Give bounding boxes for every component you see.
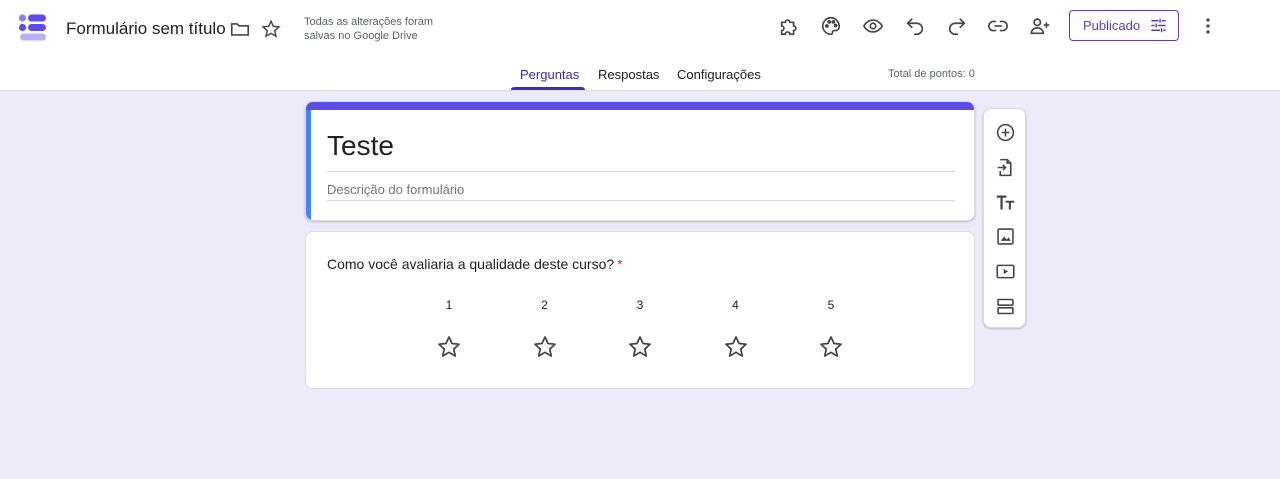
- rating-star-icon[interactable]: [723, 334, 749, 360]
- publish-button[interactable]: Publicado: [1069, 10, 1179, 41]
- form-description-input[interactable]: Descrição do formulário: [327, 182, 464, 197]
- rating-option[interactable]: 5: [811, 298, 851, 360]
- rating-number: 4: [732, 298, 739, 312]
- addons-icon[interactable]: [777, 14, 801, 38]
- app-header: Formulário sem título Todas as alteraçõe…: [0, 0, 1280, 91]
- import-questions-icon[interactable]: [993, 155, 1017, 179]
- add-image-icon[interactable]: [993, 224, 1017, 248]
- save-status-text: Todas as alterações foram salvas no Goog…: [304, 16, 434, 42]
- selected-indicator: [306, 110, 311, 220]
- rating-number: 3: [636, 298, 644, 312]
- rating-star-icon[interactable]: [818, 334, 844, 360]
- rating-star-icon[interactable]: [532, 334, 558, 360]
- more-icon[interactable]: [1196, 14, 1220, 38]
- total-points: Total de pontos: 0: [888, 68, 975, 80]
- add-collaborator-icon[interactable]: [1028, 14, 1052, 38]
- preview-icon[interactable]: [861, 14, 885, 38]
- redo-icon[interactable]: [945, 14, 969, 38]
- form-title[interactable]: Teste: [327, 130, 394, 162]
- theme-bar: [306, 102, 974, 110]
- rating-option[interactable]: 4: [716, 298, 756, 360]
- add-video-icon[interactable]: [993, 259, 1017, 283]
- form-tabs: Perguntas Respostas Configurações Total …: [0, 58, 1280, 90]
- add-title-icon[interactable]: [993, 190, 1017, 214]
- link-icon[interactable]: [986, 14, 1010, 38]
- publish-button-label: Publicado: [1083, 18, 1141, 33]
- add-question-icon[interactable]: [993, 120, 1017, 144]
- tab-configuracoes[interactable]: Configurações: [677, 67, 761, 82]
- star-icon[interactable]: [259, 17, 283, 41]
- add-section-icon[interactable]: [993, 294, 1017, 318]
- active-tab-indicator: [511, 87, 585, 90]
- tune-icon: [1151, 18, 1166, 33]
- undo-icon[interactable]: [903, 14, 927, 38]
- title-underline: [327, 171, 955, 172]
- question-text: Como você avaliaria a qualidade deste cu…: [327, 256, 615, 272]
- question-card[interactable]: Como você avaliaria a qualidade deste cu…: [305, 231, 975, 389]
- rating-option[interactable]: 3: [620, 298, 660, 360]
- palette-icon[interactable]: [819, 14, 843, 38]
- tab-perguntas[interactable]: Perguntas: [520, 67, 579, 82]
- rating-star-icon[interactable]: [436, 334, 462, 360]
- rating-number: 5: [827, 298, 835, 312]
- forms-logo-icon[interactable]: [18, 13, 48, 43]
- folder-icon[interactable]: [228, 17, 252, 41]
- rating-number: 2: [541, 298, 548, 312]
- question-title: Como você avaliaria a qualidade deste cu…: [327, 256, 623, 272]
- required-asterisk: *: [617, 256, 623, 272]
- question-toolbar: [983, 108, 1026, 328]
- description-underline: [327, 200, 955, 201]
- form-header-card[interactable]: Teste Descrição do formulário: [305, 101, 975, 221]
- form-document-title[interactable]: Formulário sem título: [66, 19, 226, 39]
- rating-option[interactable]: 2: [525, 298, 565, 360]
- rating-number: 1: [445, 298, 453, 312]
- rating-option[interactable]: 1: [429, 298, 469, 360]
- tab-respostas[interactable]: Respostas: [598, 67, 659, 82]
- rating-star-icon[interactable]: [627, 334, 653, 360]
